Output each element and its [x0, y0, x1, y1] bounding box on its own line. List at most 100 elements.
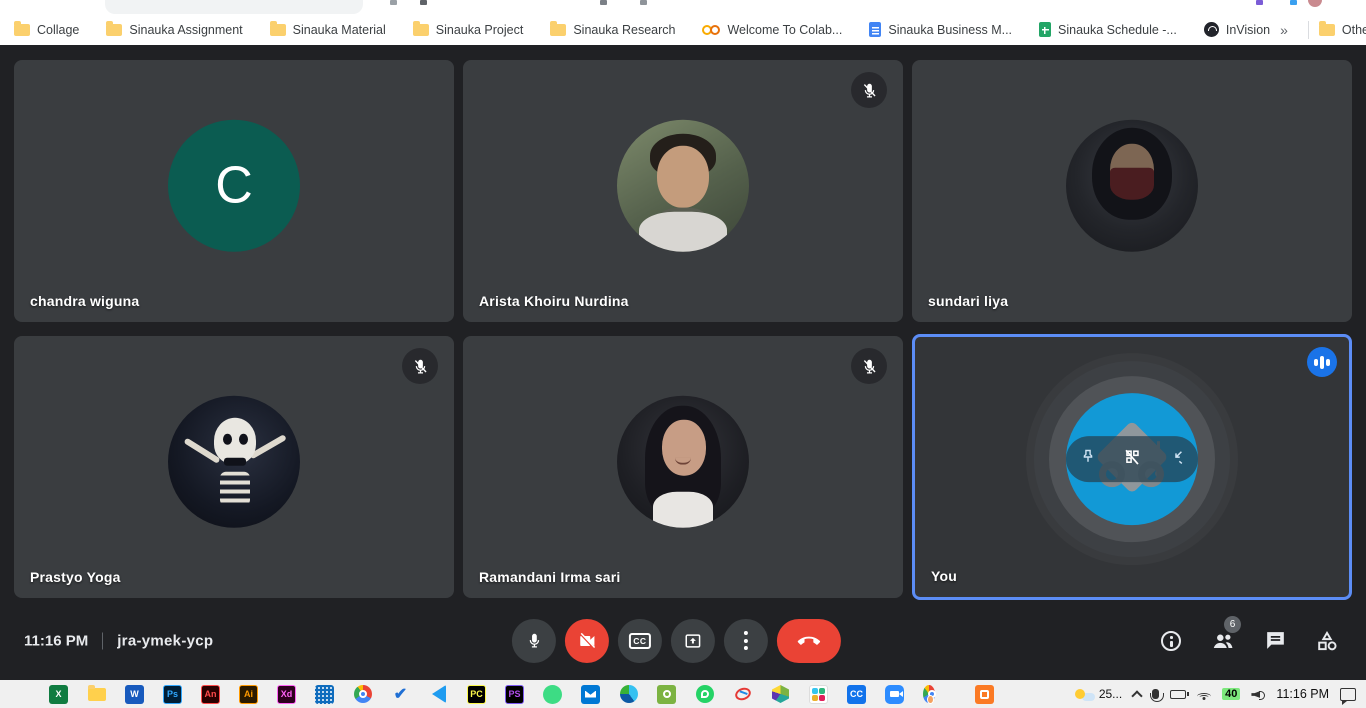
bookmark-collage[interactable]: Collage: [14, 23, 79, 37]
xampp-shape: [980, 690, 989, 699]
participant-name: Prastyo Yoga: [30, 569, 121, 585]
tray-expand-chevron-icon[interactable]: [1132, 690, 1143, 701]
bookmark-sinauka-material[interactable]: Sinauka Material: [270, 23, 386, 37]
battery-percent-badge[interactable]: 40: [1222, 688, 1240, 700]
phpstorm-icon[interactable]: PS: [505, 685, 524, 704]
bookmark-sinauka-assignment[interactable]: Sinauka Assignment: [106, 23, 242, 37]
participants-button[interactable]: 6: [1210, 628, 1236, 654]
more-options-button[interactable]: [724, 619, 768, 663]
captions-button[interactable]: CC: [618, 619, 662, 663]
weather-widget[interactable]: 25...: [1075, 687, 1122, 701]
chat-button[interactable]: [1262, 628, 1288, 654]
bookmark-label: Sinauka Business M...: [888, 23, 1012, 37]
camtasia-icon[interactable]: CC: [847, 685, 866, 704]
swirl-shape: [739, 690, 747, 695]
avatar-photo: [617, 120, 749, 252]
omnibox-fragment[interactable]: [105, 0, 363, 14]
bookmark-welcome-to-colab[interactable]: Welcome To Colab...: [702, 23, 842, 37]
mic-muted-icon: [402, 348, 438, 384]
taskbar-clock[interactable]: 11:16 PM: [1276, 687, 1329, 701]
activities-icon: [1314, 628, 1340, 654]
photo-shape: [224, 458, 246, 466]
tray-microphone-icon[interactable]: [1152, 689, 1159, 699]
toolbar-fragment-icon: [640, 0, 647, 5]
pycharm-icon[interactable]: PC: [467, 685, 486, 704]
folder-icon: [550, 24, 566, 36]
mic-muted-icon: [851, 72, 887, 108]
whatsapp-icon[interactable]: [695, 685, 714, 704]
red-swirl-app-icon[interactable]: [733, 685, 752, 704]
activities-button[interactable]: [1314, 628, 1340, 654]
lens-shape: [663, 690, 671, 698]
temperature-label: 25...: [1099, 687, 1122, 701]
taskbar-apps: X W Ps An Ai Xd ✔ PC PS CC: [0, 685, 994, 704]
word-icon[interactable]: W: [125, 685, 144, 704]
excel-icon[interactable]: X: [49, 685, 68, 704]
photo-shape: [1110, 168, 1154, 200]
bookmark-invision[interactable]: InVision: [1204, 22, 1270, 37]
present-screen-button[interactable]: [671, 619, 715, 663]
bookmark-sinauka-project[interactable]: Sinauka Project: [413, 23, 524, 37]
screen-recorder-icon[interactable]: [657, 685, 676, 704]
self-tile[interactable]: You: [912, 334, 1352, 600]
chrome-icon[interactable]: [353, 685, 372, 704]
folder-icon: [1319, 24, 1335, 36]
participants-count-badge: 6: [1224, 616, 1241, 633]
folder-icon: [413, 24, 429, 36]
bookmark-sinauka-research[interactable]: Sinauka Research: [550, 23, 675, 37]
slack-icon[interactable]: [809, 685, 828, 704]
zoom-app-icon[interactable]: [885, 685, 904, 704]
folder-icon: [88, 688, 106, 701]
mic-muted-icon: [851, 348, 887, 384]
bookmarks-overflow-chevron-icon[interactable]: »: [1270, 22, 1298, 38]
battery-icon[interactable]: [1170, 690, 1186, 699]
volume-icon[interactable]: [1251, 688, 1265, 700]
vscode-icon[interactable]: [429, 685, 448, 704]
todo-check-icon[interactable]: ✔: [391, 685, 410, 704]
file-explorer-icon[interactable]: [87, 685, 106, 704]
clock-label: 11:16 PM: [24, 632, 88, 649]
toolbar-fragment-icon: [600, 0, 607, 5]
minimize-tile-button[interactable]: [1166, 447, 1186, 472]
pin-tile-button[interactable]: [1078, 447, 1098, 472]
photoshop-icon[interactable]: Ps: [163, 685, 182, 704]
camera-off-button[interactable]: [565, 619, 609, 663]
start-button-icon[interactable]: [11, 685, 30, 704]
bookmark-sinauka-business[interactable]: Sinauka Business M...: [869, 22, 1012, 37]
chrome-profile-icon[interactable]: [923, 685, 942, 704]
other-bookmarks-button[interactable]: Other bookmarks: [1319, 23, 1366, 37]
participant-tile[interactable]: C chandra wiguna: [14, 60, 454, 322]
remove-tile-button[interactable]: [1121, 446, 1143, 473]
android-app-icon[interactable]: [543, 685, 562, 704]
hexagon-app-icon[interactable]: [771, 685, 790, 704]
bookmark-label: Collage: [37, 23, 79, 37]
wifi-icon[interactable]: [1197, 689, 1211, 700]
meeting-details-button[interactable]: [1158, 628, 1184, 654]
participant-tile[interactable]: Prastyo Yoga: [14, 336, 454, 598]
adobe-xd-icon[interactable]: Xd: [277, 685, 296, 704]
participant-tile[interactable]: Arista Khoiru Nurdina: [463, 60, 903, 322]
mail-icon[interactable]: [581, 685, 600, 704]
action-center-icon[interactable]: [1340, 688, 1356, 701]
captions-icon: CC: [629, 633, 651, 649]
hexagon-shape: [772, 685, 789, 703]
participant-name: You: [931, 568, 957, 584]
meeting-code: jra-ymek-ycp: [117, 632, 213, 649]
profile-badge: [927, 695, 934, 704]
participant-tile[interactable]: sundari liya: [912, 60, 1352, 322]
participant-tile[interactable]: Ramandani Irma sari: [463, 336, 903, 598]
bookmark-sinauka-schedule[interactable]: Sinauka Schedule -...: [1039, 22, 1177, 37]
illustrator-icon[interactable]: Ai: [239, 685, 258, 704]
end-call-button[interactable]: [777, 619, 841, 663]
speaking-ring-outer: [1034, 361, 1230, 557]
photo-shape: [653, 492, 713, 528]
participant-name: Arista Khoiru Nurdina: [479, 293, 629, 309]
animate-icon[interactable]: An: [201, 685, 220, 704]
calendar-icon[interactable]: [315, 685, 334, 704]
mic-toggle-button[interactable]: [512, 619, 556, 663]
call-controls: CC: [512, 619, 841, 663]
photo-shape: [223, 434, 232, 445]
edge-icon[interactable]: [619, 685, 638, 704]
participant-name: Ramandani Irma sari: [479, 569, 621, 585]
xampp-icon[interactable]: [975, 685, 994, 704]
